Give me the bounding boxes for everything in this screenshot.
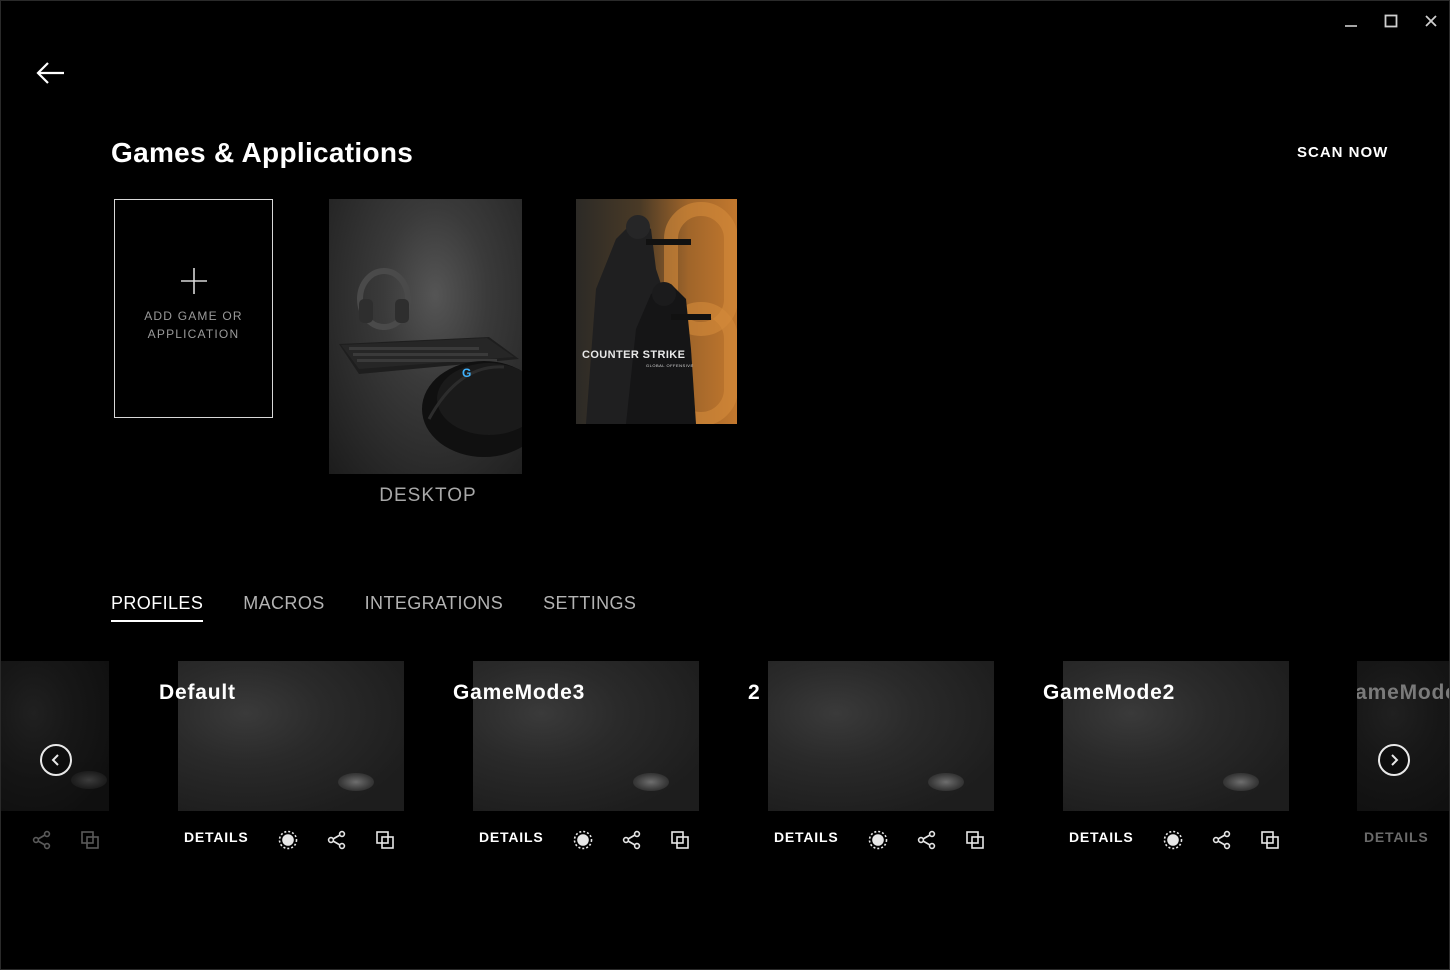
back-arrow-icon[interactable] (35, 59, 67, 87)
copy-icon[interactable] (964, 829, 986, 851)
desktop-image: G (339, 268, 522, 457)
plus-icon (180, 267, 208, 295)
profile-details-button[interactable]: DETAILS (184, 829, 248, 845)
copy-icon[interactable] (1259, 829, 1281, 851)
maximize-icon[interactable] (1377, 9, 1405, 33)
chevron-left-circle-icon[interactable] (40, 744, 72, 776)
tab-integrations[interactable]: INTEGRATIONS (365, 593, 503, 622)
profile-thumbnail[interactable] (1, 661, 109, 811)
profile-details-button[interactable]: DETAILS (1364, 829, 1428, 845)
lighting-icon[interactable] (1162, 829, 1184, 851)
profile-thumbnail[interactable] (768, 661, 994, 811)
copy-icon[interactable] (669, 829, 691, 851)
scan-now-button[interactable]: SCAN NOW (1297, 144, 1388, 161)
profile-name: GameMode (1357, 681, 1449, 704)
add-game-tile[interactable]: ADD GAME OR APPLICATION (114, 199, 273, 418)
csgo-cover-image (586, 202, 737, 424)
close-icon[interactable] (1417, 9, 1445, 33)
app-window: Games & Applications SCAN NOW ADD GAME O… (0, 0, 1450, 970)
section-tabs: PROFILES MACROS INTEGRATIONS SETTINGS (111, 593, 636, 622)
profile-name: 2 (748, 681, 761, 704)
profile-details-button[interactable]: DETAILS (1069, 829, 1133, 845)
profile-details-button[interactable]: DETAILS (479, 829, 543, 845)
tab-profiles[interactable]: PROFILES (111, 593, 204, 622)
desktop-game-tile[interactable]: G (329, 199, 522, 474)
share-icon[interactable] (326, 829, 348, 851)
csgo-game-tile[interactable]: COUNTER STRIKE GLOBAL OFFENSIVE (576, 199, 737, 424)
tab-macros[interactable]: MACROS (243, 593, 324, 622)
copy-icon[interactable] (374, 829, 396, 851)
desktop-label: DESKTOP (379, 485, 477, 506)
share-icon[interactable] (916, 829, 938, 851)
profile-name: Default (159, 681, 236, 704)
tab-settings[interactable]: SETTINGS (543, 593, 636, 622)
page-title: Games & Applications (111, 137, 414, 168)
share-icon[interactable] (31, 829, 53, 851)
minimize-icon[interactable] (1337, 9, 1365, 33)
lighting-icon[interactable] (867, 829, 889, 851)
profile-details-button[interactable]: DETAILS (774, 829, 838, 845)
add-game-label: ADD GAME OR APPLICATION (144, 308, 243, 341)
chevron-right-circle-icon[interactable] (1378, 744, 1410, 776)
copy-icon[interactable] (79, 829, 101, 851)
profile-name: GameMode2 (1043, 681, 1176, 704)
share-icon[interactable] (621, 829, 643, 851)
csgo-title: COUNTER STRIKE (582, 349, 686, 361)
lighting-icon[interactable] (277, 829, 299, 851)
csgo-subtitle: GLOBAL OFFENSIVE (646, 363, 694, 368)
svg-text:G: G (462, 366, 471, 380)
share-icon[interactable] (1211, 829, 1233, 851)
profile-name: GameMode3 (453, 681, 586, 704)
lighting-icon[interactable] (572, 829, 594, 851)
